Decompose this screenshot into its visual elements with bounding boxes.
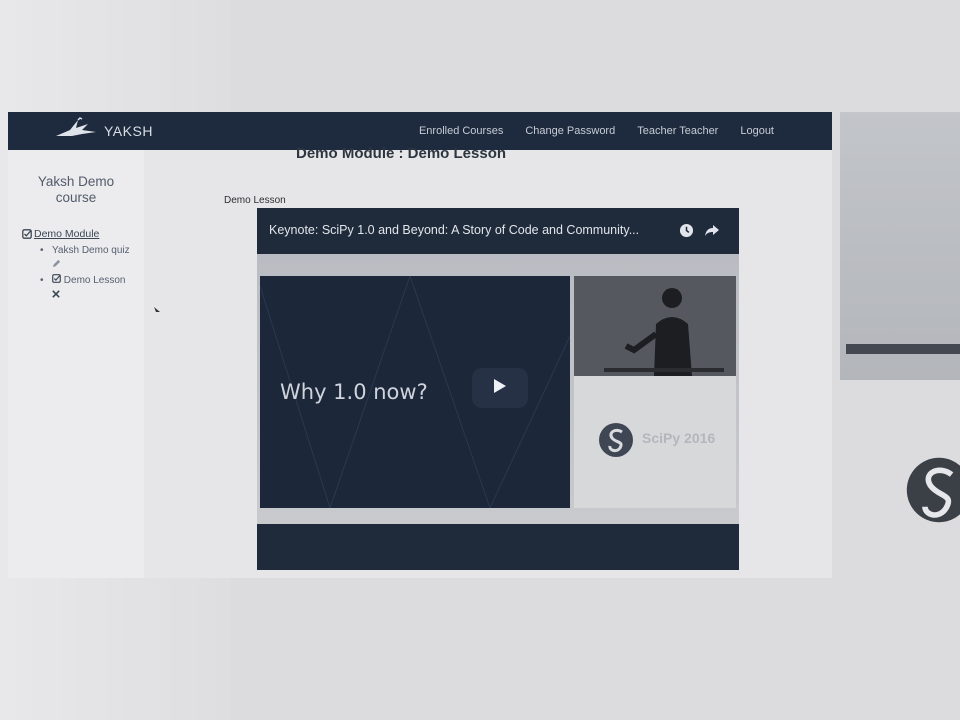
scipy-logo-icon bbox=[598, 422, 634, 458]
lesson-label: Demo Lesson bbox=[63, 275, 126, 286]
slide: Why 1.0 now? bbox=[260, 276, 570, 508]
module-label: Demo Module bbox=[34, 228, 100, 240]
adjacent-screen bbox=[840, 112, 960, 380]
bullet: • bbox=[40, 245, 44, 256]
nav-logout[interactable]: Logout bbox=[740, 125, 774, 137]
nav-links: Enrolled Courses Change Password Teacher… bbox=[419, 125, 774, 137]
play-icon bbox=[493, 378, 507, 399]
video-footer bbox=[257, 524, 739, 570]
conference-name: SciPy 2016 bbox=[642, 430, 716, 446]
course-title: Yaksh Demo course bbox=[37, 174, 115, 205]
lesson-label: Yaksh Demo quiz bbox=[52, 245, 130, 256]
conference-logo-area: SciPy 2016 bbox=[574, 376, 736, 508]
speaker-camera bbox=[574, 276, 736, 376]
lesson-list: • Yaksh Demo quiz • Demo Lesson bbox=[40, 243, 130, 303]
list-item[interactable]: • Yaksh Demo quiz bbox=[40, 243, 130, 273]
nav-change-password[interactable]: Change Password bbox=[525, 125, 615, 137]
page-title: Demo Module : Demo Lesson bbox=[296, 145, 507, 162]
screen-ledge bbox=[846, 344, 960, 354]
video-title[interactable]: Keynote: SciPy 1.0 and Beyond: A Story o… bbox=[269, 223, 669, 237]
crane-logo-icon bbox=[52, 116, 100, 147]
clock-icon[interactable] bbox=[677, 221, 695, 239]
brand-name: YAKSH bbox=[104, 123, 153, 139]
mouse-cursor bbox=[154, 302, 160, 312]
sidebar bbox=[8, 150, 144, 578]
x-icon bbox=[52, 290, 60, 301]
lesson-name: Demo Lesson bbox=[224, 195, 286, 206]
check-square-icon bbox=[22, 229, 32, 239]
bullet: • bbox=[40, 275, 44, 286]
sidebar-module-link[interactable]: Demo Module bbox=[22, 228, 99, 240]
pencil-icon bbox=[52, 259, 61, 271]
nav-user-name[interactable]: Teacher Teacher bbox=[637, 125, 718, 137]
video-frame: Why 1.0 now? SciPy 2016 bbox=[257, 254, 739, 524]
scipy-logo-icon bbox=[904, 440, 960, 540]
nav-enrolled-courses[interactable]: Enrolled Courses bbox=[419, 125, 503, 137]
brand[interactable]: YAKSH bbox=[52, 116, 153, 147]
share-icon[interactable] bbox=[703, 221, 721, 239]
slide-text: Why 1.0 now? bbox=[280, 380, 428, 404]
video-header: Keynote: SciPy 1.0 and Beyond: A Story o… bbox=[257, 208, 739, 252]
play-button[interactable] bbox=[472, 368, 528, 408]
check-square-icon bbox=[52, 274, 64, 286]
list-item[interactable]: • Demo Lesson bbox=[40, 273, 130, 303]
video-player[interactable]: Keynote: SciPy 1.0 and Beyond: A Story o… bbox=[257, 208, 739, 570]
